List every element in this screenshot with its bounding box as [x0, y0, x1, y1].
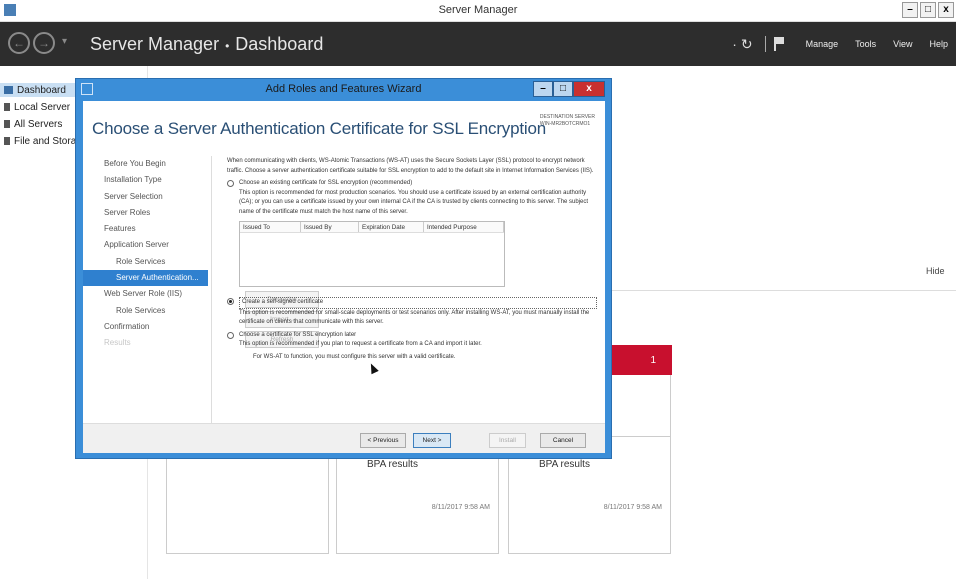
option-later-desc: This option is recommended if you plan t…	[239, 341, 482, 347]
role-tile-status[interactable]: 1	[610, 345, 672, 375]
option-existing-label: Choose an existing certificate for SSL e…	[239, 180, 413, 186]
col-issued-by[interactable]: Issued By	[301, 222, 359, 232]
step-installation-type[interactable]: Installation Type	[83, 172, 208, 188]
col-expiration-date[interactable]: Expiration Date	[359, 222, 424, 232]
maximize-button[interactable]: □	[920, 2, 936, 18]
step-application-server[interactable]: Application Server	[83, 237, 208, 253]
notifications-flag-icon[interactable]	[773, 37, 784, 51]
option-existing-desc: This option is recommended for most prod…	[239, 189, 589, 215]
wizard-heading: Choose a Server Authentication Certifica…	[92, 119, 546, 138]
step-confirmation[interactable]: Confirmation	[83, 319, 208, 335]
tile-timestamp: 8/11/2017 9:58 AM	[603, 504, 662, 511]
window-controls: – □ x	[902, 2, 954, 18]
forward-arrow-icon[interactable]: →	[33, 32, 55, 54]
col-intended-purpose[interactable]: Intended Purpose	[424, 222, 504, 232]
server-manager-header: ← → ▾ Server Manager • Dashboard · ↻ Manag…	[0, 22, 956, 66]
nav-item-label: Dashboard	[17, 84, 66, 96]
step-before-you-begin[interactable]: Before You Begin	[83, 156, 208, 172]
wizard-minimize-button[interactable]: –	[533, 81, 553, 97]
option-later-note: For WS-AT to function, you must configur…	[253, 353, 456, 360]
certificate-picker: Issued To Issued By Expiration Date Inte…	[227, 217, 597, 348]
wizard-title: Add Roles and Features Wizard	[265, 83, 422, 95]
option-self-signed-label: Create a self-signed certificate	[239, 297, 597, 309]
bpa-results-link[interactable]: BPA results	[539, 459, 590, 470]
history-dropdown-icon[interactable]: ▾	[62, 36, 67, 47]
option-choose-later[interactable]: Choose a certificate for SSL encryption …	[227, 331, 597, 341]
previous-button[interactable]: < Previous	[360, 433, 406, 448]
wizard-close-button[interactable]: x	[573, 81, 605, 97]
step-web-server-role[interactable]: Web Server Role (IIS)	[83, 286, 208, 302]
wizard-steps: Before You Begin Installation Type Serve…	[83, 156, 208, 352]
minimize-button[interactable]: –	[902, 2, 918, 18]
step-web-role-services[interactable]: Role Services	[83, 303, 208, 319]
option-self-signed-desc: This option is recommended for small-sca…	[239, 309, 590, 326]
page-title: Dashboard	[235, 34, 324, 54]
wizard-window-controls: – □ x	[533, 81, 605, 97]
wizard-titlebar[interactable]: Add Roles and Features Wizard – □ x	[76, 79, 611, 101]
refresh-icon[interactable]: · ↻	[732, 36, 752, 53]
bpa-results-link[interactable]: BPA results	[367, 459, 418, 470]
install-button: Install	[489, 433, 526, 448]
wizard-maximize-button[interactable]: □	[553, 81, 573, 97]
step-server-roles[interactable]: Server Roles	[83, 205, 208, 221]
next-button[interactable]: Next >	[413, 433, 451, 448]
col-issued-to[interactable]: Issued To	[240, 222, 301, 232]
nav-item-label: All Servers	[14, 118, 63, 130]
steps-divider	[211, 156, 212, 436]
menu-manage[interactable]: Manage	[806, 39, 839, 49]
radio-self-signed[interactable]	[227, 298, 234, 305]
wizard-content: When communicating with clients, WS-Atom…	[227, 157, 597, 362]
dashboard-grid-icon	[4, 86, 13, 94]
step-server-selection[interactable]: Server Selection	[83, 189, 208, 205]
close-button[interactable]: x	[938, 2, 954, 18]
hide-welcome-link[interactable]: Hide	[926, 266, 945, 276]
menu-view[interactable]: View	[893, 39, 912, 49]
radio-choose-later[interactable]	[227, 331, 234, 339]
option-existing-certificate[interactable]: Choose an existing certificate for SSL e…	[227, 179, 597, 189]
radio-existing-certificate[interactable]	[227, 180, 234, 187]
option-later-label: Choose a certificate for SSL encryption …	[239, 331, 357, 338]
tile-timestamp: 8/11/2017 9:58 AM	[431, 504, 490, 511]
destination-label: DESTINATION SERVER	[539, 114, 595, 120]
window-title: Server Manager	[438, 4, 518, 16]
option-self-signed[interactable]: Create a self-signed certificate	[227, 297, 597, 309]
menu-help[interactable]: Help	[929, 39, 948, 49]
destination-server: DESTINATION SERVER WIN-MR2BOTCRMO1	[540, 114, 595, 128]
servers-icon	[4, 120, 10, 128]
header-toolbar: · ↻ Manage Tools View Help	[732, 22, 956, 66]
add-roles-wizard-dialog: Add Roles and Features Wizard – □ x Choo…	[75, 78, 612, 459]
welcome-divider	[607, 290, 956, 291]
breadcrumb: Server Manager • Dashboard	[90, 34, 323, 55]
certificate-list-header: Issued To Issued By Expiration Date Inte…	[240, 222, 504, 233]
storage-icon	[4, 137, 10, 145]
wizard-footer: < Previous Next > Install Cancel	[83, 423, 605, 453]
destination-server-name: WIN-MR2BOTCRMO1	[539, 121, 591, 127]
menu-tools[interactable]: Tools	[855, 39, 876, 49]
toolbar-divider	[764, 36, 766, 52]
certificate-list[interactable]: Issued To Issued By Expiration Date Inte…	[239, 221, 505, 287]
step-results: Results	[104, 338, 131, 348]
step-features[interactable]: Features	[83, 221, 208, 237]
breadcrumb-separator: •	[225, 39, 230, 53]
server-icon	[4, 103, 10, 111]
intro-text: When communicating with clients, WS-Atom…	[227, 158, 594, 174]
wizard-body: Choose a Server Authentication Certifica…	[83, 101, 605, 453]
step-server-authentication[interactable]: Server Authentication...	[83, 270, 208, 287]
window-titlebar: Server Manager – □ x	[0, 0, 956, 22]
back-arrow-icon[interactable]: ←	[8, 32, 30, 54]
breadcrumb-root: Server Manager	[90, 34, 220, 54]
cancel-button[interactable]: Cancel	[540, 433, 586, 448]
step-app-role-services[interactable]: Role Services	[83, 254, 208, 270]
nav-item-label: Local Server	[14, 101, 71, 113]
